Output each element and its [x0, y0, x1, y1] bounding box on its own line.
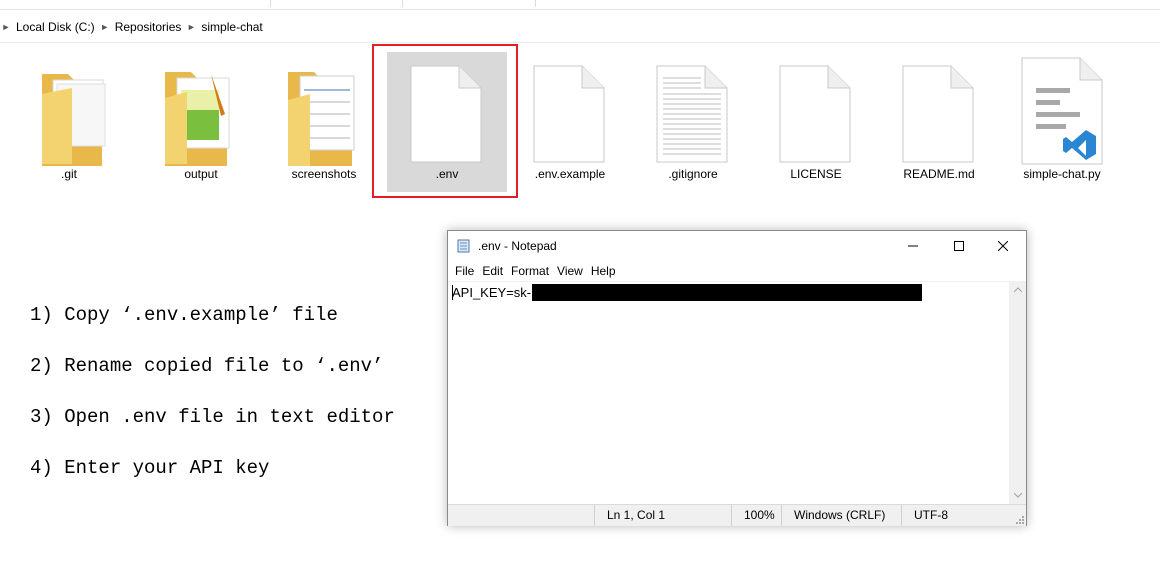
file-name: .gitignore	[668, 167, 718, 181]
breadcrumb-item-simple-chat[interactable]: simple-chat	[197, 20, 266, 34]
selection-highlight-box	[372, 44, 518, 198]
file-item-readme[interactable]: README.md	[879, 52, 999, 192]
breadcrumb-item-local-disk[interactable]: Local Disk (C:)	[12, 20, 99, 34]
scroll-up-button[interactable]	[1009, 281, 1026, 298]
instruction-step: 2) Rename copied file to ‘.env’	[30, 355, 384, 377]
vscode-file-icon	[1021, 57, 1103, 165]
notepad-app-icon	[457, 239, 470, 253]
minimize-icon	[908, 245, 918, 247]
vertical-scrollbar[interactable]	[1009, 281, 1026, 504]
chevron-up-icon	[1013, 287, 1022, 292]
maximize-icon	[954, 241, 964, 251]
file-item-screenshots[interactable]: screenshots	[264, 52, 384, 192]
file-item-env-example[interactable]: .env.example	[510, 52, 630, 192]
file-name: .env.example	[534, 167, 606, 181]
folder-document-icon	[288, 72, 355, 166]
instruction-step: 4) Enter your API key	[30, 457, 270, 479]
api-key-prefix: API_KEY=sk-	[452, 285, 532, 300]
menu-edit[interactable]: Edit	[482, 264, 511, 278]
instruction-list: 1) Copy ‘.env.example’ file 2) Rename co…	[30, 290, 395, 494]
status-encoding: UTF-8	[901, 505, 948, 526]
menu-file[interactable]: File	[455, 264, 482, 278]
file-name: screenshots	[291, 167, 357, 181]
ribbon-separator	[535, 0, 536, 7]
blank-file-icon	[779, 65, 851, 163]
close-icon	[998, 241, 1008, 251]
folder-image-icon	[165, 72, 230, 166]
notepad-title-bar[interactable]: .env - Notepad	[448, 231, 1026, 261]
ribbon-separator	[270, 0, 271, 7]
address-bar[interactable]: ► Local Disk (C:) ► Repositories ► simpl…	[0, 12, 1160, 43]
redacted-api-key	[532, 284, 923, 301]
blank-file-icon	[902, 65, 974, 163]
resize-grip-icon[interactable]	[1014, 514, 1024, 524]
breadcrumb-item-repositories[interactable]: Repositories	[111, 20, 186, 34]
notepad-title: .env - Notepad	[478, 239, 557, 253]
notepad-content: API_KEY=sk-	[452, 284, 923, 301]
text-file-icon	[656, 65, 728, 163]
file-item-git[interactable]: .git	[9, 52, 129, 192]
ribbon-strip	[0, 0, 1160, 10]
file-item-license[interactable]: LICENSE	[756, 52, 876, 192]
file-item-output[interactable]: output	[141, 52, 261, 192]
chevron-right-icon[interactable]: ►	[185, 22, 197, 32]
instruction-step: 1) Copy ‘.env.example’ file	[30, 304, 338, 326]
chevron-right-icon[interactable]: ►	[0, 22, 12, 32]
breadcrumb: ► Local Disk (C:) ► Repositories ► simpl…	[0, 12, 267, 42]
file-name: LICENSE	[790, 167, 842, 181]
status-zoom: 100%	[731, 505, 775, 526]
close-button[interactable]	[980, 231, 1026, 261]
chevron-right-icon[interactable]: ►	[99, 22, 111, 32]
scroll-down-button[interactable]	[1009, 487, 1026, 504]
file-name: simple-chat.py	[1023, 167, 1101, 181]
ribbon-separator	[402, 0, 403, 7]
notepad-status-bar: Ln 1, Col 1 100% Windows (CRLF) UTF-8	[448, 504, 1026, 526]
status-cursor-position: Ln 1, Col 1	[594, 505, 665, 526]
status-line-endings: Windows (CRLF)	[781, 505, 885, 526]
notepad-menu-bar: File Edit Format View Help	[448, 261, 1026, 281]
menu-format[interactable]: Format	[511, 264, 557, 278]
chevron-down-icon	[1013, 493, 1022, 498]
notepad-text-area[interactable]: API_KEY=sk-	[448, 281, 1009, 505]
minimize-button[interactable]	[890, 231, 936, 261]
file-name: output	[184, 167, 218, 181]
menu-help[interactable]: Help	[591, 264, 624, 278]
file-item-simple-chat-py[interactable]: simple-chat.py	[1002, 52, 1122, 192]
folder-icon	[42, 74, 106, 166]
menu-view[interactable]: View	[557, 264, 591, 278]
file-name: .git	[60, 167, 77, 181]
file-item-gitignore[interactable]: .gitignore	[633, 52, 753, 192]
maximize-button[interactable]	[936, 231, 982, 261]
notepad-window[interactable]: .env - Notepad File Edit Format View Hel…	[447, 230, 1027, 526]
file-name: README.md	[903, 167, 975, 181]
instruction-step: 3) Open .env file in text editor	[30, 406, 395, 428]
blank-file-icon	[533, 65, 605, 163]
